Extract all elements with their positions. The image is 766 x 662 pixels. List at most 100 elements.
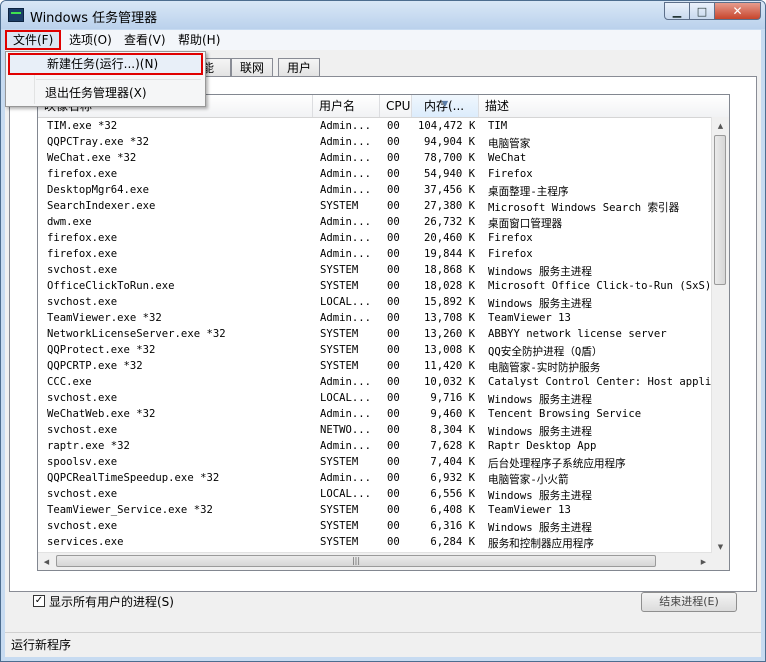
process-row[interactable]: SearchIndexer.exe SYSTEM 00 27,380 K Microso… — [38, 199, 718, 215]
process-user: SYSTEM — [320, 536, 359, 548]
process-memory: 37,456 K — [423, 184, 475, 196]
process-cpu: 00 — [387, 504, 400, 516]
process-row[interactable]: firefox.exe Admin... 00 54,940 K Firefox — [38, 167, 718, 183]
process-user: SYSTEM — [320, 200, 359, 212]
horizontal-scroll-thumb[interactable]: ||| — [56, 555, 656, 567]
process-description: Windows 服务主进程 — [488, 298, 592, 310]
show-all-users-option[interactable]: ✓ 显示所有用户的进程(S) — [33, 593, 174, 609]
process-memory: 94,904 K — [423, 136, 475, 148]
process-row[interactable]: WeChatWeb.exe *32 Admin... 00 9,460 K Tencen… — [38, 407, 718, 423]
menu-item-exit[interactable]: 退出任务管理器(X) — [8, 82, 203, 104]
title-bar[interactable]: Windows 任务管理器 ▁ □ ✕ — [1, 1, 765, 29]
process-row[interactable]: CCC.exe Admin... 00 10,032 K Catalyst Contro… — [38, 375, 728, 391]
process-row[interactable]: firefox.exe Admin... 00 20,460 K Firefox — [38, 231, 718, 247]
process-user: LOCAL... — [320, 488, 372, 500]
show-all-users-checkbox[interactable]: ✓ — [33, 595, 45, 607]
process-row[interactable]: spoolsv.exe SYSTEM 00 7,404 K 后台处理程序子系统应用程序 — [38, 455, 718, 471]
process-name: svchost.exe — [47, 520, 118, 532]
task-manager-icon — [8, 8, 24, 22]
process-description: 电脑管家-小火箭 — [488, 474, 569, 486]
menu-options[interactable]: 选项(O) — [63, 30, 118, 50]
process-description: Windows 服务主进程 — [488, 490, 592, 502]
process-row[interactable]: NetworkLicenseServer.exe *32 SYSTEM 00 13,2… — [38, 327, 718, 343]
process-list[interactable]: 映像名称 用户名 CPU ▼ 内存(... 描述 TIM.exe *32Admi… — [37, 94, 730, 571]
process-cpu: 00 — [387, 200, 400, 212]
process-description: Firefox — [488, 168, 533, 180]
process-description: Firefox — [488, 232, 533, 244]
status-bar: 运行新程序 — [5, 632, 761, 657]
horizontal-scrollbar[interactable]: ◀ ||| ▶ — [38, 552, 712, 570]
process-cpu: 00 — [387, 424, 400, 436]
process-memory: 7,628 K — [430, 440, 475, 452]
process-cpu: 00 — [387, 152, 400, 164]
process-row[interactable]: QQPCRTP.exe *32 SYSTEM 00 11,420 K 电脑管家-实时防护… — [38, 359, 718, 375]
minimize-button[interactable]: ▁ — [664, 2, 690, 20]
process-cpu: 00 — [387, 344, 400, 356]
scroll-up-icon[interactable]: ▲ — [712, 117, 729, 134]
process-name: QQPCTray.exe *32 — [47, 136, 150, 148]
process-row[interactable]: raptr.exe *32 Admin... 00 7,628 K Raptr Desk… — [38, 439, 718, 455]
menu-help[interactable]: 帮助(H) — [172, 30, 226, 50]
process-user: Admin... — [320, 120, 372, 132]
process-row[interactable]: WeChat.exe *32 Admin... 00 78,700 K WeChat — [38, 151, 718, 167]
process-row[interactable]: QQProtect.exe *32 SYSTEM 00 13,008 K QQ安全防护进… — [38, 343, 718, 359]
process-name: CCC.exe — [47, 376, 92, 388]
process-row[interactable]: TeamViewer_Service.exe *32 SYSTEM 00 6,408 … — [38, 503, 718, 519]
column-memory[interactable]: ▼ 内存(... — [412, 95, 479, 117]
scroll-right-icon[interactable]: ▶ — [695, 553, 712, 570]
process-name: QQProtect.exe *32 — [47, 344, 156, 356]
process-name: TeamViewer_Service.exe *32 — [47, 504, 213, 516]
process-row[interactable]: TIM.exe *32 Admin... 00 104,472 K TIM — [38, 119, 718, 135]
column-user[interactable]: 用户名 — [313, 95, 380, 117]
process-name: raptr.exe *32 — [47, 440, 130, 452]
process-name: QQPCRealTimeSpeedup.exe *32 — [47, 472, 220, 484]
process-memory: 11,420 K — [423, 360, 475, 372]
process-name: firefox.exe — [47, 168, 118, 180]
process-row[interactable]: svchost.exe LOCAL... 00 9,716 K Windows 服务主进… — [38, 391, 718, 407]
process-row[interactable]: QQPCRealTimeSpeedup.exe *32 Admin... 00 6,9… — [38, 471, 718, 487]
process-cpu: 00 — [387, 296, 400, 308]
process-memory: 13,260 K — [423, 328, 475, 340]
process-memory: 9,460 K — [430, 408, 475, 420]
process-row[interactable]: QQPCTray.exe *32 Admin... 00 94,904 K 电脑管家 — [38, 135, 718, 151]
process-row[interactable]: services.exe SYSTEM 00 6,284 K 服务和控制器应用程序 — [38, 535, 718, 551]
process-description: 后台处理程序子系统应用程序 — [488, 458, 626, 470]
process-cpu: 00 — [387, 520, 400, 532]
tab-users[interactable]: 用户 — [278, 58, 321, 76]
column-cpu[interactable]: CPU — [380, 95, 412, 117]
process-user: Admin... — [320, 440, 372, 452]
process-cpu: 00 — [387, 328, 400, 340]
process-row[interactable]: dwm.exe Admin... 00 26,732 K 桌面窗口管理器 — [38, 215, 718, 231]
process-memory: 7,404 K — [430, 456, 475, 468]
process-row[interactable]: OfficeClickToRun.exe SYSTEM 00 18,028 K Micr… — [38, 279, 718, 295]
process-user: Admin... — [320, 136, 372, 148]
menu-file[interactable]: 文件(F) — [5, 30, 61, 50]
process-row[interactable]: svchost.exe NETWO... 00 8,304 K Windows 服务主进… — [38, 423, 718, 439]
process-memory: 6,316 K — [430, 520, 475, 532]
close-button[interactable]: ✕ — [715, 2, 761, 20]
process-row[interactable]: firefox.exe Admin... 00 19,844 K Firefox — [38, 247, 718, 263]
process-memory: 20,460 K — [423, 232, 475, 244]
process-row[interactable]: DesktopMgr64.exe Admin... 00 37,456 K 桌面整理-主… — [38, 183, 718, 199]
menu-view[interactable]: 查看(V) — [118, 30, 172, 50]
process-row[interactable]: svchost.exe LOCAL... 00 6,556 K Windows 服务主进… — [38, 487, 718, 503]
end-process-button[interactable]: 结束进程(E) — [641, 592, 737, 612]
file-menu-dropdown: 新建任务(运行...)(N) 退出任务管理器(X) — [5, 51, 206, 107]
process-row[interactable]: svchost.exe SYSTEM 00 18,868 K Windows 服务主进程 — [38, 263, 718, 279]
process-name: DesktopMgr64.exe — [47, 184, 150, 196]
vertical-scrollbar[interactable]: ▲ ▼ — [711, 117, 729, 555]
process-row[interactable]: svchost.exe SYSTEM 00 6,316 K Windows 服务主进程 — [38, 519, 718, 535]
process-name: services.exe — [47, 536, 124, 548]
tab-network[interactable]: 联网 — [231, 58, 274, 76]
process-row[interactable]: svchost.exe LOCAL... 00 15,892 K Windows 服务主… — [38, 295, 718, 311]
column-description[interactable]: 描述 — [479, 95, 729, 117]
process-row[interactable]: TeamViewer.exe *32 Admin... 00 13,708 K Team… — [38, 311, 718, 327]
maximize-button[interactable]: □ — [690, 2, 715, 20]
scroll-left-icon[interactable]: ◀ — [38, 553, 55, 570]
menu-item-new-task[interactable]: 新建任务(运行...)(N) — [8, 53, 203, 75]
process-description: Windows 服务主进程 — [488, 426, 592, 438]
process-user: Admin... — [320, 376, 372, 388]
vertical-scroll-thumb[interactable] — [714, 135, 726, 285]
process-description: TeamViewer 13 — [488, 504, 571, 516]
process-cpu: 00 — [387, 168, 400, 180]
